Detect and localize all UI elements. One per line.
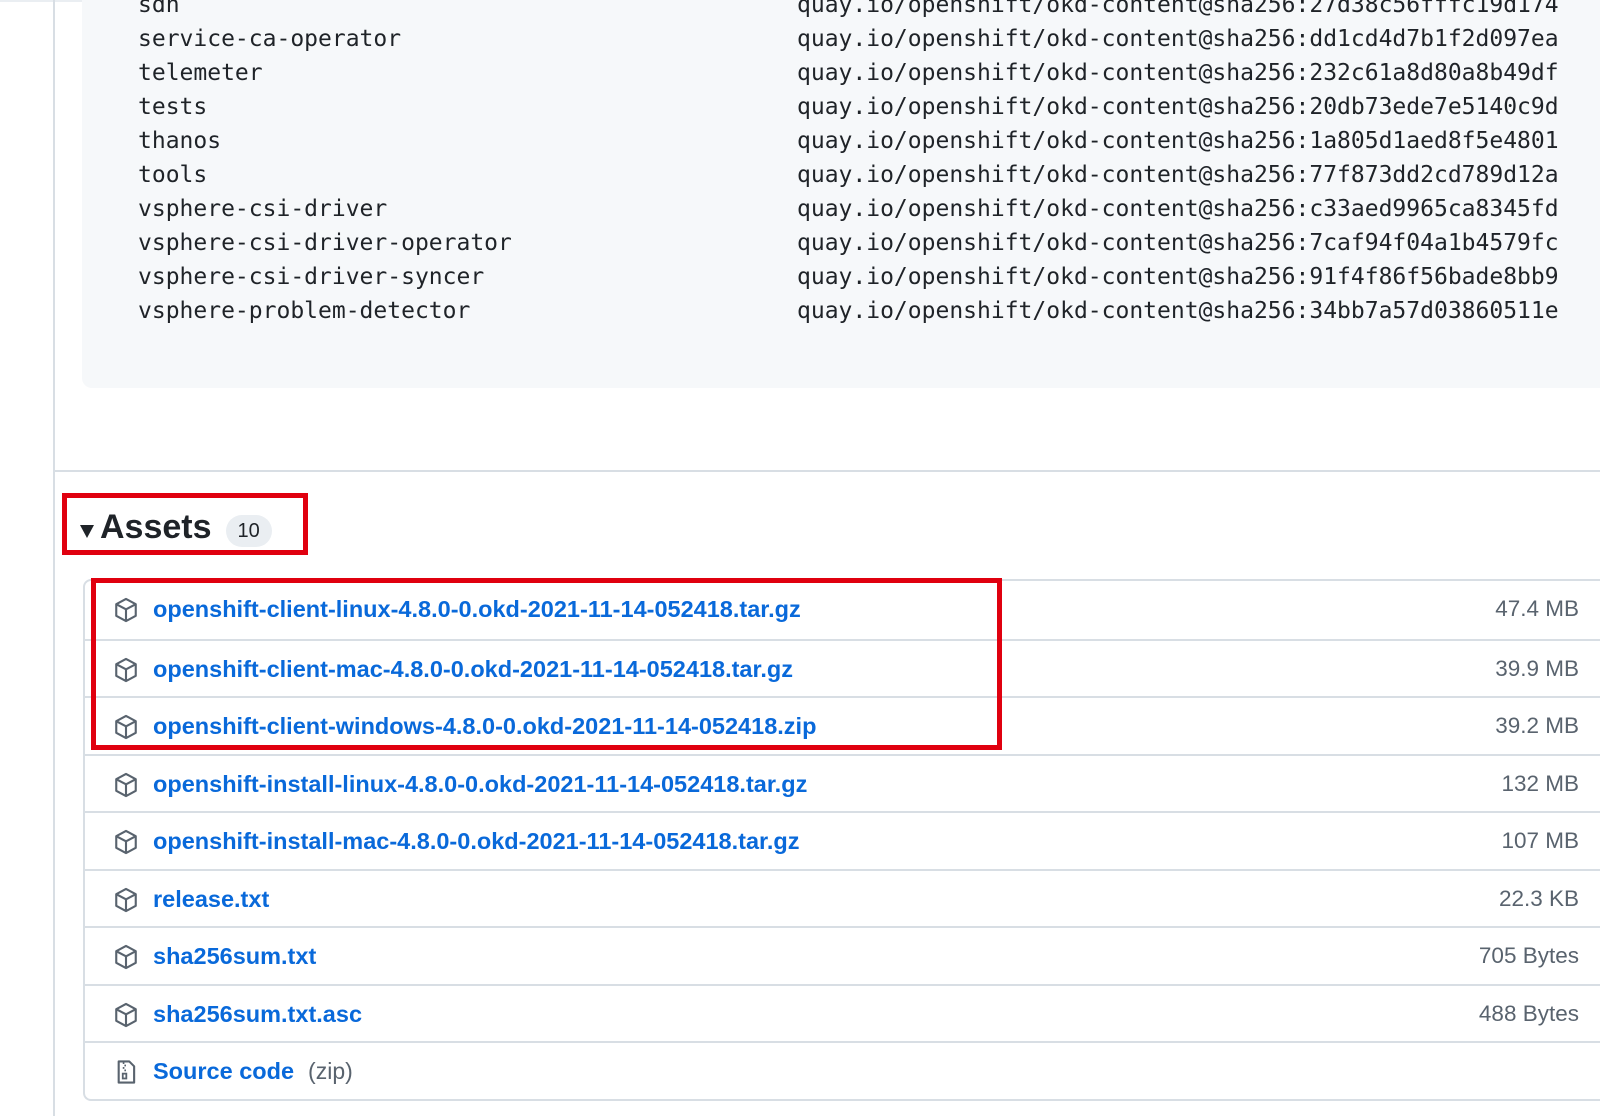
- package-icon: [115, 829, 137, 855]
- image-digest: quay.io/openshift/okd-content@sha256:dd1…: [797, 26, 1559, 52]
- image-name: sdn: [138, 0, 180, 18]
- code-line: vsphere-csi-driver-syncer quay.io/opensh…: [138, 260, 1600, 294]
- image-name: vsphere-problem-detector: [138, 298, 471, 324]
- asset-row: openshift-install-linux-4.8.0-0.okd-2021…: [85, 753, 1600, 812]
- package-icon: [115, 1002, 137, 1027]
- asset-size: 22.3 KB: [1498, 885, 1579, 911]
- code-line: service-ca-operator quay.io/openshift/ok…: [138, 22, 1600, 56]
- code-line: tests quay.io/openshift/okd-content@sha2…: [138, 90, 1600, 124]
- asset-row: release.txt 22.3 KB: [85, 868, 1600, 927]
- source-code-format: (zip): [308, 1058, 353, 1084]
- image-digest: quay.io/openshift/okd-content@sha256:34b…: [797, 298, 1559, 324]
- asset-size: 107 MB: [1501, 828, 1579, 853]
- asset-download-link[interactable]: openshift-install-mac-4.8.0-0.okd-2021-1…: [153, 813, 800, 869]
- code-line: vsphere-problem-detector quay.io/openshi…: [138, 294, 1600, 328]
- image-digest: quay.io/openshift/okd-content@sha256:c33…: [797, 196, 1559, 222]
- code-line: vsphere-csi-driver quay.io/openshift/okd…: [138, 192, 1600, 226]
- image-digest: quay.io/openshift/okd-content@sha256:27d…: [797, 0, 1559, 18]
- code-line: vsphere-csi-driver-operator quay.io/open…: [138, 226, 1600, 260]
- image-name: vsphere-csi-driver: [138, 196, 388, 222]
- asset-row: sha256sum.txt 705 Bytes: [85, 926, 1600, 984]
- package-icon: [115, 944, 137, 970]
- image-name: tests: [138, 94, 208, 120]
- image-name: telemeter: [138, 60, 263, 86]
- asset-download-link[interactable]: openshift-install-linux-4.8.0-0.okd-2021…: [153, 756, 807, 812]
- asset-download-link[interactable]: sha256sum.txt.asc: [153, 986, 362, 1042]
- asset-download-link[interactable]: sha256sum.txt: [153, 928, 316, 984]
- section-divider: [55, 470, 1600, 472]
- asset-size: 132 MB: [1501, 770, 1579, 796]
- asset-size: 39.9 MB: [1495, 655, 1579, 681]
- file-zip-icon: [117, 1060, 136, 1084]
- release-page: sdn quay.io/openshift/okd-content@sha256…: [0, 0, 1600, 1116]
- source-code-zip-link[interactable]: Source code (zip): [153, 1043, 353, 1099]
- source-code-label[interactable]: Source code: [153, 1058, 294, 1084]
- asset-download-link[interactable]: release.txt: [153, 871, 269, 927]
- package-icon: [115, 772, 137, 797]
- release-notes-code-block: sdn quay.io/openshift/okd-content@sha256…: [82, 0, 1600, 388]
- asset-row: sha256sum.txt.asc 488 Bytes: [85, 983, 1600, 1042]
- image-name: vsphere-csi-driver-operator: [138, 230, 512, 256]
- asset-row-source-code: Source code (zip): [85, 1041, 1600, 1099]
- asset-size: 705 Bytes: [1478, 943, 1579, 968]
- annotation-highlight-assets: [62, 493, 308, 555]
- package-icon: [115, 887, 137, 912]
- image-name: vsphere-csi-driver-syncer: [138, 264, 485, 290]
- image-digest: quay.io/openshift/okd-content@sha256:232…: [797, 60, 1559, 86]
- asset-size: 47.4 MB: [1495, 596, 1579, 621]
- left-divider: [53, 0, 55, 1116]
- code-line: sdn quay.io/openshift/okd-content@sha256…: [138, 0, 1600, 22]
- annotation-highlight-client-downloads: [91, 578, 1002, 750]
- image-digest: quay.io/openshift/okd-content@sha256:77f…: [797, 162, 1559, 188]
- image-digest: quay.io/openshift/okd-content@sha256:20d…: [797, 94, 1559, 120]
- asset-row: openshift-install-mac-4.8.0-0.okd-2021-1…: [85, 811, 1600, 869]
- image-name: tools: [138, 162, 208, 188]
- asset-size: 488 Bytes: [1478, 1000, 1579, 1026]
- code-line: thanos quay.io/openshift/okd-content@sha…: [138, 124, 1600, 158]
- code-line: telemeter quay.io/openshift/okd-content@…: [138, 56, 1600, 90]
- image-digest: quay.io/openshift/okd-content@sha256:91f…: [797, 264, 1559, 290]
- code-line: tools quay.io/openshift/okd-content@sha2…: [138, 158, 1600, 192]
- image-name: service-ca-operator: [138, 26, 402, 52]
- image-name: thanos: [138, 128, 222, 154]
- image-digest: quay.io/openshift/okd-content@sha256:7ca…: [797, 230, 1559, 256]
- image-digest: quay.io/openshift/okd-content@sha256:1a8…: [797, 128, 1559, 154]
- asset-size: 39.2 MB: [1495, 713, 1579, 738]
